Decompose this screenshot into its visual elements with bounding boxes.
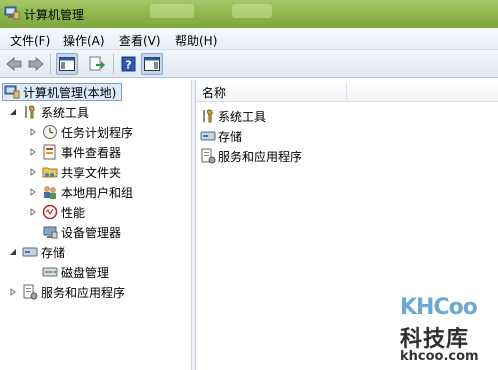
storage-icon — [22, 244, 38, 260]
list-item-system-tools[interactable]: 系统工具 — [200, 107, 266, 125]
expanded-arrow-icon[interactable] — [8, 107, 18, 117]
tree-item-label: 系统工具 — [41, 105, 90, 120]
show-hide-action-pane-button[interactable] — [141, 53, 163, 75]
system-tools-icon — [200, 108, 216, 124]
tree-item-storage[interactable]: 存储 — [8, 243, 65, 261]
list-item-storage[interactable]: 存储 — [200, 127, 242, 145]
window-title: 计算机管理 — [24, 8, 85, 22]
blurred-title-region — [232, 4, 272, 18]
toolbar-separator — [50, 54, 51, 74]
export-list-icon — [89, 56, 105, 71]
column-header-name[interactable]: 名称 — [196, 80, 498, 102]
clock-icon — [42, 124, 58, 140]
forward-icon — [28, 56, 44, 72]
title-bar[interactable]: 计算机管理 — [0, 0, 498, 28]
disk-management-icon — [42, 264, 58, 280]
watermark-url: khcoo.com — [400, 349, 479, 364]
collapsed-arrow-icon[interactable] — [28, 187, 38, 197]
tree-item-label: 共享文件夹 — [61, 165, 122, 180]
khcoo-watermark: KHCoo 科技库 khcoo.com — [398, 295, 494, 367]
tree-item-label: 计算机管理(本地) — [23, 85, 117, 100]
tree-item-performance[interactable]: 性能 — [28, 203, 85, 221]
column-divider[interactable] — [346, 82, 347, 100]
services-icon — [200, 148, 216, 164]
show-hide-tree-icon — [59, 57, 75, 71]
list-item-label: 系统工具 — [218, 109, 267, 124]
tree-item-label: 磁盘管理 — [61, 265, 110, 280]
help-icon: ? — [121, 56, 136, 72]
column-header-label: 名称 — [202, 86, 227, 100]
menu-help[interactable]: 帮助(H) — [175, 32, 217, 49]
list-item-label: 存储 — [218, 129, 243, 144]
tree-item-local-users-groups[interactable]: 本地用户和组 — [28, 183, 133, 201]
export-list-button[interactable] — [86, 53, 108, 75]
blurred-title-region — [150, 4, 194, 18]
tree-item-label: 任务计划程序 — [61, 125, 134, 140]
list-item-services-applications[interactable]: 服务和应用程序 — [200, 147, 302, 165]
users-icon — [42, 184, 58, 200]
collapsed-arrow-icon[interactable] — [28, 147, 38, 157]
show-hide-tree-button[interactable] — [56, 53, 78, 75]
menu-action[interactable]: 操作(A) — [63, 32, 105, 49]
tree-item-device-manager[interactable]: 设备管理器 — [42, 223, 121, 241]
toolbar: ? — [0, 50, 498, 78]
performance-icon — [42, 204, 58, 220]
help-button[interactable]: ? — [118, 53, 140, 75]
tree-item-shared-folders[interactable]: 共享文件夹 — [28, 163, 121, 181]
collapsed-arrow-icon[interactable] — [28, 127, 38, 137]
back-button[interactable] — [3, 53, 25, 75]
tree-item-label: 性能 — [61, 205, 86, 220]
console-tree-pane[interactable]: 计算机管理(本地) 系统工具 任务计划程序 事件查看器 共享文件夹 本地用户和组… — [0, 80, 192, 370]
computer-management-icon — [4, 5, 20, 21]
tree-item-disk-management[interactable]: 磁盘管理 — [42, 263, 109, 281]
storage-icon — [200, 128, 216, 144]
tree-item-label: 本地用户和组 — [61, 185, 134, 200]
tree-item-label: 服务和应用程序 — [41, 285, 126, 300]
menu-bar: 文件(F) 操作(A) 查看(V) 帮助(H) — [0, 28, 498, 50]
menu-view[interactable]: 查看(V) — [119, 32, 161, 49]
tree-item-label: 存储 — [41, 245, 66, 260]
svg-text:?: ? — [125, 59, 131, 72]
event-viewer-icon — [42, 144, 58, 160]
collapsed-arrow-icon[interactable] — [8, 287, 18, 297]
computer-management-icon — [4, 84, 20, 100]
tree-item-label: 事件查看器 — [61, 145, 122, 160]
shared-folder-icon — [42, 164, 58, 180]
toolbar-separator — [113, 54, 114, 74]
expanded-arrow-icon[interactable] — [8, 247, 18, 257]
system-tools-icon — [22, 104, 38, 120]
tree-item-services-applications[interactable]: 服务和应用程序 — [8, 283, 125, 301]
watermark-logo-text: KHCoo — [400, 295, 478, 320]
tree-item-label: 设备管理器 — [61, 225, 122, 240]
device-manager-icon — [42, 224, 58, 240]
collapsed-arrow-icon[interactable] — [28, 167, 38, 177]
services-icon — [22, 284, 38, 300]
tree-item-task-scheduler[interactable]: 任务计划程序 — [28, 123, 133, 141]
menu-file[interactable]: 文件(F) — [10, 32, 50, 49]
show-hide-action-pane-icon — [144, 57, 160, 71]
tree-item-system-tools[interactable]: 系统工具 — [8, 103, 89, 121]
forward-button[interactable] — [25, 53, 47, 75]
tree-item-event-viewer[interactable]: 事件查看器 — [28, 143, 121, 161]
tree-item-root[interactable]: 计算机管理(本地) — [4, 83, 116, 101]
back-icon — [6, 56, 22, 72]
collapsed-arrow-icon[interactable] — [28, 207, 38, 217]
list-item-label: 服务和应用程序 — [218, 149, 303, 164]
